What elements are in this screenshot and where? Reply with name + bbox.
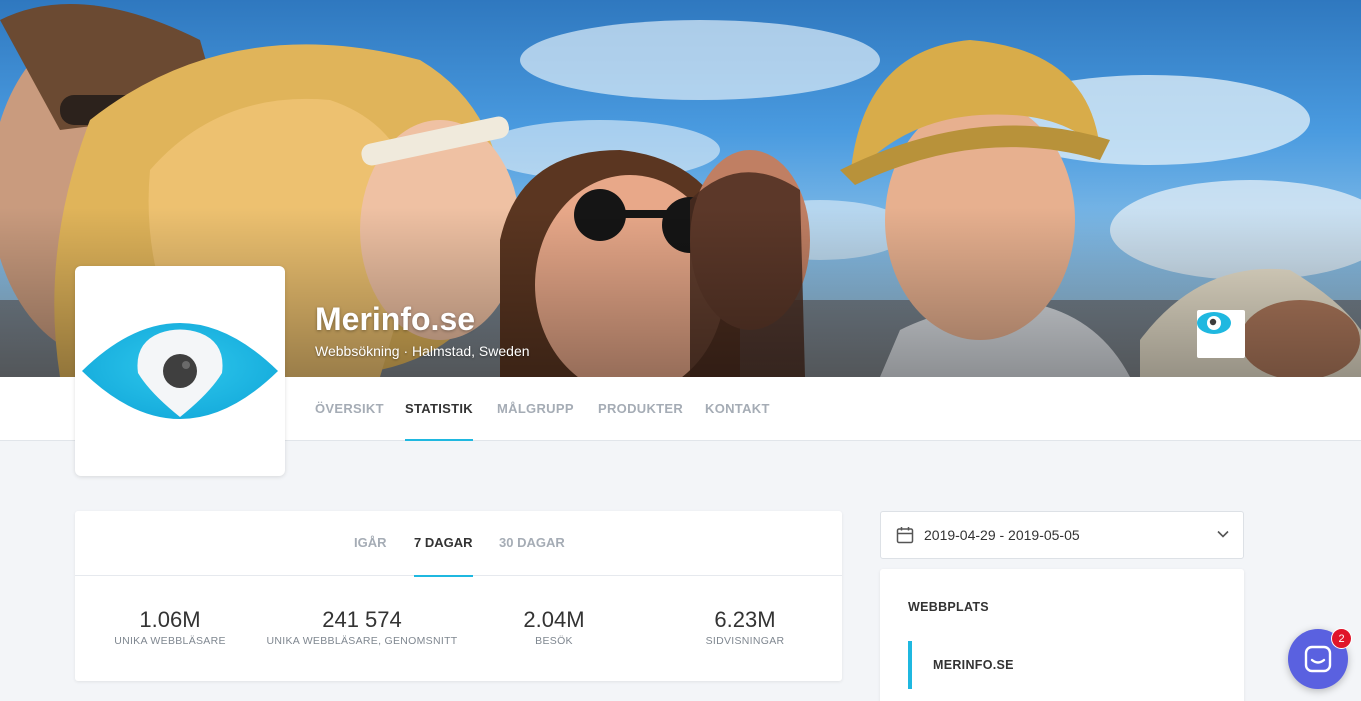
metric-value: 2.04M xyxy=(523,607,585,632)
period-tab-30-dagar[interactable]: 30 DAGAR xyxy=(499,511,565,576)
eye-icon xyxy=(82,323,278,419)
calendar-icon xyxy=(896,527,914,544)
company-logo xyxy=(75,266,285,476)
tab-kontakt[interactable]: KONTAKT xyxy=(705,377,770,441)
metric-value: 241 574 xyxy=(322,607,402,632)
tab-oversikt[interactable]: ÖVERSIKT xyxy=(315,377,384,441)
metric-unique-browsers-avg: 241 574 UNIKA WEBBLÄSARE, GENOMSNITT xyxy=(262,607,462,647)
company-name: Merinfo.se xyxy=(315,301,476,337)
chat-icon xyxy=(1304,645,1332,673)
tab-malgrupp[interactable]: MÅLGRUPP xyxy=(497,377,574,441)
metric-value: 6.23M xyxy=(714,607,776,632)
website-card: WEBBPLATS MERINFO.SE xyxy=(880,569,1244,701)
chevron-down-icon xyxy=(1217,530,1229,538)
metric-unique-browsers: 1.06M UNIKA WEBBLÄSARE xyxy=(95,607,245,647)
metric-label: BESÖK xyxy=(535,635,573,647)
eye-icon xyxy=(1197,312,1231,334)
statistics-card: IGÅR 7 DAGAR 30 DAGAR 1.06M UNIKA WEBBLÄ… xyxy=(75,511,842,681)
date-range-picker[interactable]: 2019-04-29 - 2019-05-05 xyxy=(880,511,1244,559)
metric-label: SIDVISNINGAR xyxy=(705,635,785,647)
company-subtitle: Webbsökning · Halmstad, Sweden xyxy=(315,343,530,359)
metric-pageviews: 6.23M SIDVISNINGAR xyxy=(670,607,820,647)
tab-produkter[interactable]: PRODUKTER xyxy=(598,377,683,441)
period-tabs: IGÅR 7 DAGAR 30 DAGAR xyxy=(75,511,842,577)
tab-statistik[interactable]: STATISTIK xyxy=(405,377,473,441)
metric-label: UNIKA WEBBLÄSARE, GENOMSNITT xyxy=(266,635,458,647)
metric-label: UNIKA WEBBLÄSARE xyxy=(114,635,226,647)
unread-badge: 2 xyxy=(1331,628,1352,649)
metric-visits: 2.04M BESÖK xyxy=(479,607,629,647)
metric-value: 1.06M xyxy=(139,607,201,632)
website-item-label: MERINFO.SE xyxy=(933,658,1014,672)
period-tab-igar[interactable]: IGÅR xyxy=(354,511,387,576)
period-tab-7-dagar[interactable]: 7 DAGAR xyxy=(414,511,473,577)
website-item-merinfo[interactable]: MERINFO.SE xyxy=(908,641,1208,689)
date-range-value: 2019-04-29 - 2019-05-05 xyxy=(924,527,1080,543)
profile-badge[interactable] xyxy=(1197,310,1245,358)
website-heading: WEBBPLATS xyxy=(908,600,989,614)
